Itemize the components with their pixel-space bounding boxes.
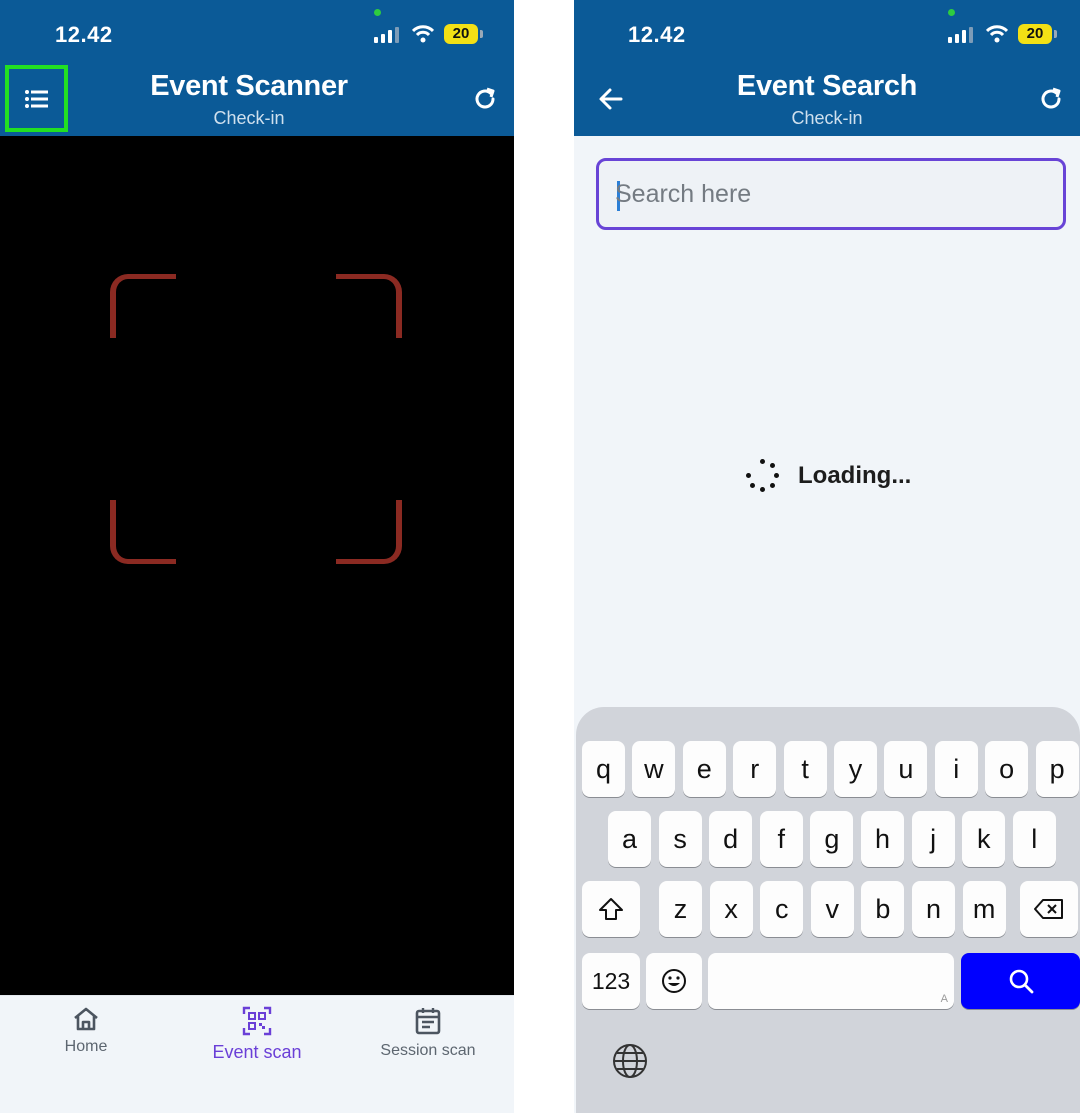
key-e[interactable]: e — [682, 741, 726, 797]
key-v[interactable]: v — [810, 881, 854, 937]
search-field[interactable] — [596, 158, 1066, 230]
key-r[interactable]: r — [733, 741, 777, 797]
status-time: 12.42 — [55, 22, 113, 47]
event-search-screen: 12.42 20 Event Search Check-in Search he… — [574, 0, 1080, 1113]
emoji-icon — [662, 969, 686, 993]
key-i[interactable]: i — [934, 741, 978, 797]
refresh-icon[interactable] — [1038, 86, 1064, 112]
event-scanner-screen: 12.42 20 Event Scanner Check-in Home Eve… — [0, 0, 514, 1113]
page-title: Event Scanner — [150, 70, 348, 102]
key-c[interactable]: c — [760, 881, 804, 937]
bottom-nav: Home Event scan Session scan — [0, 995, 514, 1113]
status-time: 12.42 — [628, 22, 686, 47]
home-icon — [74, 1007, 98, 1031]
globe-icon[interactable] — [612, 1043, 648, 1079]
shift-icon — [599, 898, 623, 920]
battery-level: 20 — [444, 24, 478, 44]
nav-home[interactable]: Home — [16, 1006, 156, 1056]
key-q[interactable]: q — [582, 741, 625, 797]
shift-key[interactable] — [582, 881, 640, 937]
nav-event-scan[interactable]: Event scan — [187, 1006, 327, 1063]
nav-session-scan[interactable]: Session scan — [358, 1006, 498, 1060]
key-k[interactable]: k — [962, 811, 1006, 867]
privacy-indicator — [948, 9, 955, 16]
qr-scan-icon — [242, 1006, 272, 1036]
nav-label: Home — [64, 1038, 108, 1055]
wifi-icon — [986, 25, 1008, 43]
key-o[interactable]: o — [985, 741, 1029, 797]
scan-corner — [336, 274, 402, 338]
key-f[interactable]: f — [759, 811, 803, 867]
key-b[interactable]: b — [861, 881, 905, 937]
key-a[interactable]: a — [608, 811, 651, 867]
key-s[interactable]: s — [658, 811, 702, 867]
scan-corner — [110, 500, 176, 564]
scan-corner — [336, 500, 402, 564]
backspace-icon — [1034, 899, 1063, 919]
privacy-indicator — [374, 9, 381, 16]
key-d[interactable]: d — [709, 811, 753, 867]
spinner-icon — [746, 459, 780, 493]
key-x[interactable]: x — [709, 881, 753, 937]
battery-tip — [1054, 30, 1057, 38]
scan-viewfinder — [110, 274, 402, 564]
key-n[interactable]: n — [912, 881, 955, 937]
loading-indicator: Loading... — [746, 456, 911, 496]
page-subtitle: Check-in — [213, 108, 285, 128]
nav-label: Event scan — [212, 1042, 302, 1062]
key-w[interactable]: w — [632, 741, 676, 797]
space-key[interactable]: A — [708, 953, 954, 1009]
key-u[interactable]: u — [884, 741, 928, 797]
calendar-icon — [415, 1008, 441, 1035]
wifi-icon — [412, 25, 434, 43]
key-p[interactable]: p — [1035, 741, 1079, 797]
on-screen-keyboard: qwertyuiop asdfghjkl zxcvbnm 123 A — [576, 707, 1080, 1113]
loading-text: Loading... — [798, 462, 912, 489]
search-key[interactable] — [961, 953, 1080, 1009]
key-y[interactable]: y — [834, 741, 877, 797]
backspace-key[interactable] — [1020, 881, 1078, 937]
app-header: 12.42 20 Event Scanner Check-in — [0, 0, 514, 136]
signal-icon — [948, 27, 973, 43]
key-m[interactable]: m — [962, 881, 1006, 937]
page-title: Event Search — [736, 70, 918, 102]
scan-corner — [110, 274, 176, 338]
emoji-key[interactable] — [646, 953, 702, 1009]
page-subtitle: Check-in — [791, 108, 863, 128]
search-input[interactable] — [615, 161, 1045, 227]
battery-tip — [480, 30, 483, 38]
space-hint: A — [940, 993, 948, 1005]
key-z[interactable]: z — [659, 881, 702, 937]
nav-label: Session scan — [380, 1042, 476, 1059]
key-h[interactable]: h — [861, 811, 904, 867]
app-header: 12.42 20 Event Search Check-in — [574, 0, 1080, 136]
key-g[interactable]: g — [810, 811, 854, 867]
search-icon — [1009, 969, 1033, 994]
numbers-key[interactable]: 123 — [582, 953, 640, 1009]
signal-icon — [374, 27, 399, 43]
refresh-icon[interactable] — [472, 86, 498, 112]
key-j[interactable]: j — [911, 811, 955, 867]
key-t[interactable]: t — [783, 741, 827, 797]
battery-level: 20 — [1018, 24, 1052, 44]
key-l[interactable]: l — [1012, 811, 1056, 867]
